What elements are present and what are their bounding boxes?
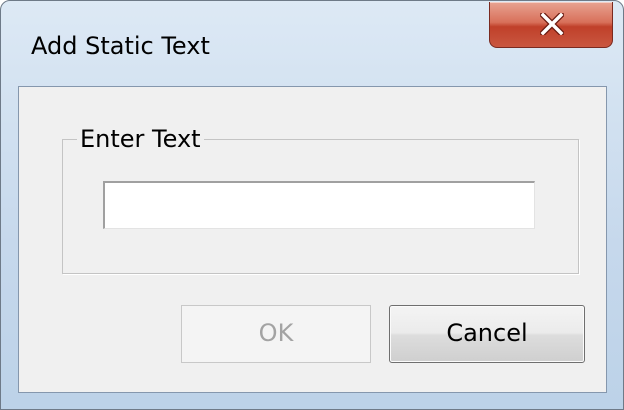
window-title: Add Static Text — [31, 32, 210, 60]
close-button[interactable] — [489, 2, 613, 48]
groupbox-label: Enter Text — [77, 124, 204, 154]
ok-button[interactable]: OK — [181, 305, 371, 363]
text-input[interactable] — [103, 181, 535, 229]
dialog-window: Add Static Text Enter Text OK Cancel — [0, 0, 624, 410]
close-x-icon — [540, 13, 564, 35]
dialog-client-area: Enter Text OK Cancel — [18, 86, 607, 393]
cancel-button[interactable]: Cancel — [389, 305, 585, 363]
